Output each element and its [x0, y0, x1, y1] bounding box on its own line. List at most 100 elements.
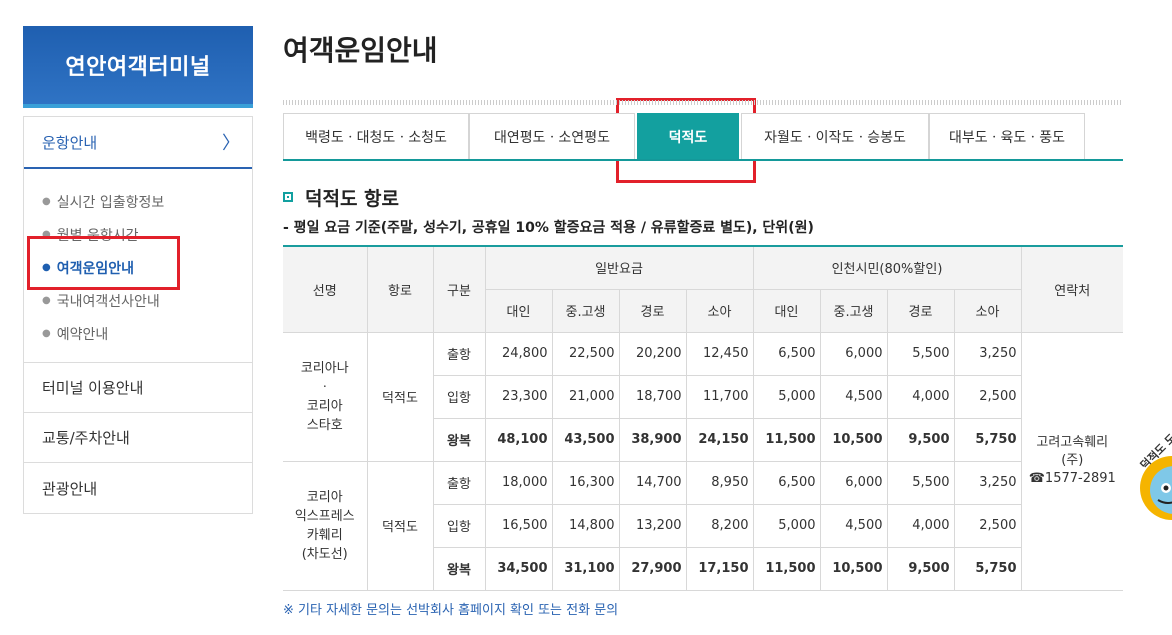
- sidebar-section-operation[interactable]: 운항안내 〉: [24, 117, 252, 169]
- phone-number: 1577-2891: [1044, 471, 1116, 486]
- header-contact: 연락처: [1020, 245, 1123, 333]
- header-senior: 경로: [886, 288, 955, 333]
- fare-cell: 31,100: [551, 546, 620, 591]
- fare-cell: 18,700: [618, 374, 687, 419]
- table-row: 코리아나 ㆍ 코리아 스타호 덕적도 출항 24,800 22,500 20,2…: [283, 331, 1123, 591]
- highlight-box-sidebar: [27, 236, 180, 290]
- contact-cell: 고려고속훼리 (주) ☎1577-2891: [1020, 331, 1123, 591]
- fare-cell: 11,500: [752, 546, 821, 591]
- fare-cell: 5,500: [886, 460, 955, 505]
- fare-cell: 17,150: [685, 546, 754, 591]
- submenu-item-realtime[interactable]: ● 실시간 입출항정보: [24, 185, 252, 218]
- fare-cell: 10,500: [819, 417, 888, 462]
- header-adult: 대인: [484, 288, 553, 333]
- fare-cell: 23,300: [484, 374, 553, 419]
- fare-cell: 13,200: [618, 503, 687, 548]
- fare-cell: 24,800: [484, 331, 553, 376]
- sidebar-section-label: 운항안내: [42, 133, 98, 152]
- fare-cell: 6,000: [819, 331, 888, 376]
- fare-cell: 6,500: [752, 460, 821, 505]
- fare-cell: 11,500: [752, 417, 821, 462]
- fare-cell: 2,500: [953, 374, 1021, 419]
- fare-cell: 34,500: [484, 546, 553, 591]
- type-cell: 입항: [433, 503, 486, 548]
- fare-cell: 48,100: [484, 417, 553, 462]
- header-adult: 대인: [752, 288, 821, 333]
- fare-cell: 4,500: [819, 503, 888, 548]
- fare-cell: 6,500: [752, 331, 821, 376]
- table-row: 코리아 익스프레스 카훼리 (차도선) 덕적도 출항 18,000 16,300…: [283, 460, 1123, 591]
- header-child: 소아: [685, 288, 754, 333]
- fare-cell: 16,500: [484, 503, 553, 548]
- square-bullet-icon: [283, 192, 293, 202]
- bullet-icon: ●: [42, 196, 51, 207]
- tab-yeonpyeong[interactable]: 대연평도ㆍ소연평도: [469, 113, 635, 159]
- chevron-right-icon: 〉: [222, 133, 240, 154]
- fare-cell: 5,500: [886, 331, 955, 376]
- ship-name-cell: 코리아나 ㆍ 코리아 스타호: [283, 331, 368, 462]
- sidebar-item-tourism[interactable]: 관광안내: [24, 463, 252, 513]
- bullet-icon: ●: [42, 295, 51, 306]
- fare-cell: 8,200: [685, 503, 754, 548]
- section-title: 덕적도 항로: [283, 185, 1123, 210]
- fare-note: - 평일 요금 기준(주말, 성수기, 공휴일 10% 할증요금 적용 / 유류…: [283, 220, 814, 236]
- type-cell: 입항: [433, 374, 486, 419]
- fare-cell: 9,500: [886, 546, 955, 591]
- tab-daebu[interactable]: 대부도ㆍ육도ㆍ풍도: [929, 113, 1085, 159]
- tab-jawol[interactable]: 자월도ㆍ이작도ㆍ승봉도: [741, 113, 929, 159]
- header-child: 소아: [953, 288, 1021, 333]
- fare-cell: 21,000: [551, 374, 620, 419]
- route-cell: 덕적도: [366, 460, 434, 591]
- fare-cell: 10,500: [819, 546, 888, 591]
- fare-cell: 2,500: [953, 503, 1021, 548]
- fare-cell: 18,000: [484, 460, 553, 505]
- header-route: 항로: [366, 245, 434, 333]
- fare-cell: 4,000: [886, 503, 955, 548]
- sidebar-header: 연안여객터미널: [23, 26, 253, 104]
- fare-cell: 27,900: [618, 546, 687, 591]
- fare-cell: 22,500: [551, 331, 620, 376]
- mascot-character: 덕적도 도우미: [1130, 430, 1172, 540]
- header-student: 중.고생: [819, 288, 888, 333]
- header-senior: 경로: [618, 288, 687, 333]
- fare-cell: 43,500: [551, 417, 620, 462]
- sidebar-header-bar: [23, 104, 253, 108]
- type-cell: 왕복: [433, 417, 486, 462]
- fare-cell: 14,700: [618, 460, 687, 505]
- fare-cell: 16,300: [551, 460, 620, 505]
- fare-cell: 4,500: [819, 374, 888, 419]
- header-general-fare: 일반요금: [484, 245, 754, 290]
- tab-baengnyeong[interactable]: 백령도ㆍ대청도ㆍ소청도: [283, 113, 469, 159]
- sidebar-item-terminal[interactable]: 터미널 이용안내: [24, 363, 252, 413]
- route-cell: 덕적도: [366, 331, 434, 462]
- type-cell: 출항: [432, 331, 486, 376]
- fare-cell: 14,800: [551, 503, 620, 548]
- sidebar-item-traffic[interactable]: 교통/주차안내: [24, 413, 252, 463]
- mascot-icon: 덕적도 도우미: [1137, 430, 1172, 520]
- sidebar-menu: 운항안내 〉 ● 실시간 입출항정보 ● 월별 운항시간 ● 여객운임안내 ● 국내여객…: [23, 116, 253, 514]
- fare-cell: 24,150: [685, 417, 754, 462]
- fare-cell: 5,750: [953, 417, 1021, 462]
- fare-cell: 12,450: [685, 331, 754, 376]
- fare-cell: 3,250: [953, 331, 1022, 376]
- submenu-item-reservation[interactable]: ● 예약안내: [24, 317, 252, 350]
- fare-table: 선명 항로 구분 일반요금 인천시민(80%할인) 연락처 대인 중.고생 경로…: [283, 245, 1123, 591]
- ship-name-cell: 코리아 익스프레스 카훼리 (차도선): [283, 460, 368, 591]
- fare-cell: 6,000: [819, 460, 888, 505]
- type-cell: 출항: [432, 460, 486, 505]
- fare-cell: 5,000: [752, 503, 821, 548]
- type-cell: 왕복: [433, 546, 486, 591]
- title-divider: [283, 100, 1123, 105]
- main-content: 여객운임안내 백령도ㆍ대청도ㆍ소청도 대연평도ㆍ소연평도 덕적도 자월도ㆍ이작도…: [283, 26, 1123, 618]
- page-title: 여객운임안내: [283, 34, 438, 67]
- fare-cell: 3,250: [953, 460, 1021, 505]
- bullet-icon: ●: [42, 328, 51, 339]
- fare-cell: 5,000: [752, 374, 821, 419]
- fare-cell: 8,950: [685, 460, 754, 505]
- fare-cell: 5,750: [953, 546, 1021, 591]
- header-citizen-fare: 인천시민(80%할인): [752, 245, 1022, 290]
- fare-cell: 20,200: [618, 331, 687, 376]
- header-ship: 선명: [283, 245, 368, 333]
- fare-cell: 9,500: [886, 417, 955, 462]
- tab-deokjeok[interactable]: 덕적도: [637, 113, 739, 159]
